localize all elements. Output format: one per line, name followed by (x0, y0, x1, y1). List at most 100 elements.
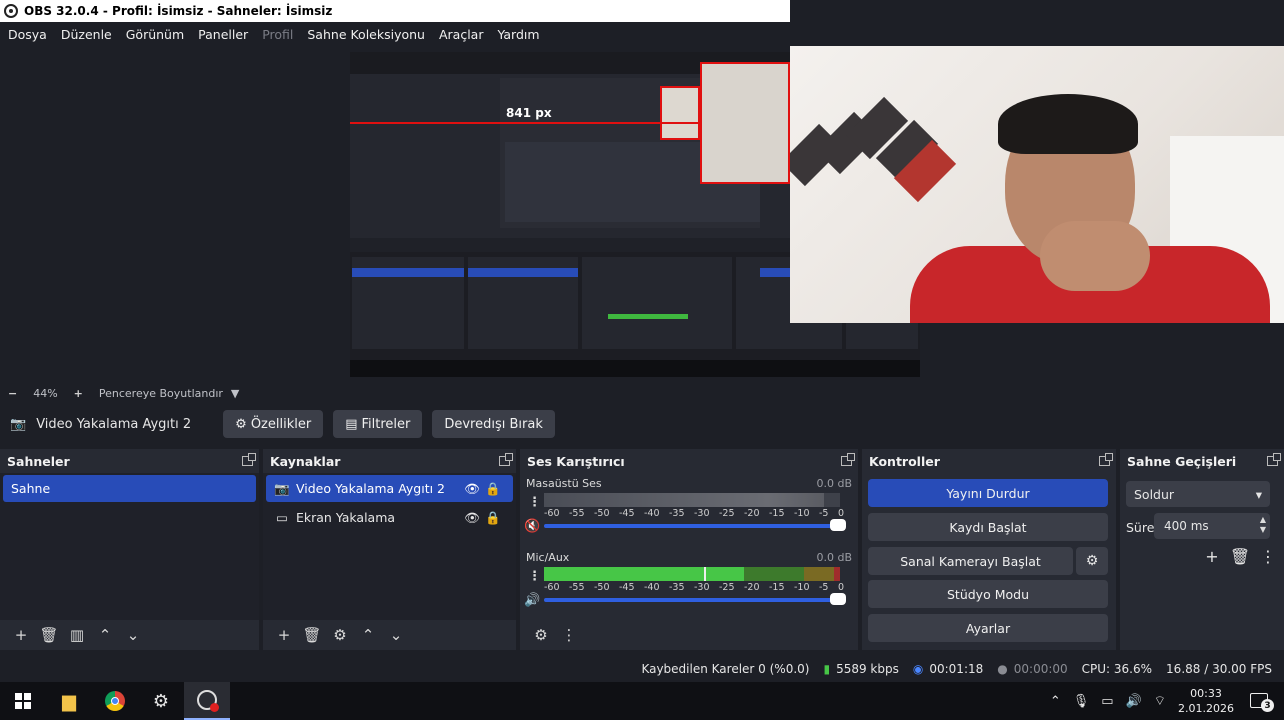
menu-araclar[interactable]: Araçlar (439, 27, 484, 42)
properties-button[interactable]: ⚙ Özellikler (223, 410, 324, 438)
trash-icon[interactable]: 🗑 (36, 626, 62, 644)
menu-profil[interactable]: Profil (262, 27, 293, 42)
broadcast-icon: ◉ (912, 662, 924, 676)
menu-yardim[interactable]: Yardım (497, 27, 539, 42)
notification-count: 3 (1261, 699, 1274, 712)
fps-value: 16.88 / 30.00 FPS (1166, 662, 1272, 676)
record-dot-icon: ● (997, 662, 1008, 676)
advanced-audio-icon[interactable]: ⚙ (528, 626, 554, 644)
source-item[interactable]: ▭ Ekran Yakalama 👁 🔒 (266, 504, 513, 531)
start-recording-button[interactable]: Kaydı Başlat (868, 513, 1108, 541)
trash-icon[interactable]: 🗑 (1226, 547, 1254, 566)
add-source-icon[interactable]: + (271, 626, 297, 644)
move-down-icon[interactable]: ⌄ (383, 626, 409, 644)
channel-menu-icon[interactable]: ⋮ (528, 495, 541, 510)
chrome-icon[interactable] (92, 682, 138, 720)
webcam-video-source[interactable] (790, 46, 1284, 323)
zoom-out-button[interactable]: − (8, 387, 17, 400)
start-button[interactable] (0, 682, 46, 720)
source-properties-icon[interactable]: ⚙ (327, 626, 353, 644)
zoom-in-button[interactable]: + (74, 387, 83, 400)
move-down-icon[interactable]: ⌄ (120, 626, 146, 644)
add-transition-icon[interactable]: + (1198, 547, 1226, 566)
menu-duzenle[interactable]: Düzenle (61, 27, 112, 42)
sources-title: Kaynaklar (270, 453, 341, 469)
menu-dosya[interactable]: Dosya (8, 27, 47, 42)
volume-meter (544, 493, 840, 507)
duration-input[interactable]: 400 ms ▲ ▼ (1154, 513, 1270, 539)
menu-gorunum[interactable]: Görünüm (126, 27, 184, 42)
clock[interactable]: 00:33 2.01.2026 (1178, 686, 1234, 716)
stream-time-status: ◉ 00:01:18 (913, 662, 983, 676)
show-hidden-icons-icon[interactable]: ⌃ (1050, 694, 1061, 709)
volume-slider[interactable] (544, 519, 846, 531)
meter-tick-label: -10 (794, 582, 810, 593)
scale-to-window-label[interactable]: Pencereye Boyutlandır (99, 387, 223, 400)
title-bar: OBS 32.0.4 - Profil: İsimsiz - Sahneler:… (0, 0, 790, 22)
notification-center-icon[interactable]: 3 (1246, 690, 1274, 712)
wifi-icon[interactable]: ⌔ (1154, 693, 1166, 709)
studio-mode-button[interactable]: Stüdyo Modu (868, 580, 1108, 608)
stop-streaming-button[interactable]: Yayını Durdur (868, 479, 1108, 507)
gear-icon: ⚙ (235, 416, 247, 432)
start-virtualcam-button[interactable]: Sanal Kamerayı Başlat (868, 547, 1073, 575)
speaker-icon[interactable]: 🔊 (524, 593, 540, 608)
speaker-icon[interactable]: 🔊 (1126, 694, 1142, 709)
undock-icon[interactable] (499, 453, 513, 466)
source-item[interactable]: 📷 Video Yakalama Aygıtı 2 👁 🔒 (266, 475, 513, 502)
scene-item[interactable]: Sahne (3, 475, 256, 502)
deactivate-button[interactable]: Devredışı Bırak (432, 410, 555, 438)
mixer-menu-icon[interactable]: ⋮ (556, 626, 582, 644)
undock-icon[interactable] (242, 453, 256, 466)
preview-canvas[interactable]: 841 px (0, 46, 1284, 382)
spin-arrows-icon[interactable]: ▲ ▼ (1260, 515, 1266, 535)
meter-tick-label: -40 (644, 508, 660, 519)
undock-icon[interactable] (1267, 453, 1281, 466)
muted-speaker-icon[interactable]: 🔇 (524, 519, 540, 534)
microphone-icon[interactable]: 🎙 (1073, 694, 1090, 709)
filters-button[interactable]: ▤ Filtreler (333, 410, 423, 438)
transition-menu-icon[interactable]: ⋮ (1254, 547, 1282, 566)
move-up-icon[interactable]: ⌃ (355, 626, 381, 644)
selected-source: 📷 Video Yakalama Aygıtı 2 (10, 417, 191, 432)
meter-tick-label: -20 (744, 582, 760, 593)
lock-icon[interactable]: 🔒 (485, 481, 501, 497)
menu-sahne-koleksiyonu[interactable]: Sahne Koleksiyonu (307, 27, 425, 42)
trash-icon[interactable]: 🗑 (299, 626, 325, 644)
meter-tick-label: -50 (594, 582, 610, 593)
transition-select[interactable]: Soldur ▾ (1126, 481, 1270, 507)
add-scene-icon[interactable]: + (8, 626, 34, 644)
meter-tick-label: -25 (719, 582, 735, 593)
meter-tick-label: -5 (819, 508, 829, 519)
transition-selected: Soldur (1134, 486, 1175, 502)
menu-paneller[interactable]: Paneller (198, 27, 248, 42)
settings-button[interactable]: Ayarlar (868, 614, 1108, 642)
source-item-label: Video Yakalama Aygıtı 2 (296, 481, 445, 496)
virtualcam-settings-icon[interactable]: ⚙ (1076, 547, 1108, 575)
scale-dropdown-icon[interactable]: ▼ (231, 387, 239, 400)
settings-gear-icon[interactable]: ⚙ (138, 682, 184, 720)
zoom-bar: − 44% + Pencereye Boyutlandır ▼ (0, 382, 1284, 404)
meter-ticks: -60 -55 -50 -45 -40 -35 -30 -25 -20 -15 -10 -5 0 (544, 508, 844, 520)
undock-icon[interactable] (841, 453, 855, 466)
scenes-dock: Sahneler Sahne + 🗑 ▥ ⌃ ⌄ (0, 449, 259, 650)
move-up-icon[interactable]: ⌃ (92, 626, 118, 644)
volume-slider[interactable] (544, 593, 846, 605)
meter-tick-label: -30 (694, 508, 710, 519)
meter-ticks: -60 -55 -50 -45 -40 -35 -30 -25 -20 -15 -10 -5 0 (544, 582, 844, 594)
mixer-channel-desktop: Masaüstü Ses 0.0 dB ⋮ -60 -55 -50 -45 -40 -35… (520, 473, 858, 547)
battery-icon[interactable]: ▭ (1101, 694, 1113, 709)
file-explorer-icon[interactable]: ▆ (46, 682, 92, 720)
scene-filters-icon[interactable]: ▥ (64, 626, 90, 644)
lock-icon[interactable]: 🔒 (485, 510, 501, 526)
window-title: OBS 32.0.4 - Profil: İsimsiz - Sahneler:… (24, 4, 333, 18)
obs-taskbar-icon[interactable] (184, 682, 230, 720)
channel-menu-icon[interactable]: ⋮ (528, 569, 541, 584)
selected-source-name: Video Yakalama Aygıtı 2 (36, 416, 192, 432)
chevron-down-icon: ▾ (1255, 486, 1262, 502)
eye-icon[interactable]: 👁 (464, 510, 480, 526)
undock-icon[interactable] (1099, 453, 1113, 466)
transitions-toolbar: + 🗑 ⋮ (1198, 547, 1282, 566)
eye-icon[interactable]: 👁 (464, 481, 480, 497)
camera-icon: 📷 (10, 416, 27, 432)
